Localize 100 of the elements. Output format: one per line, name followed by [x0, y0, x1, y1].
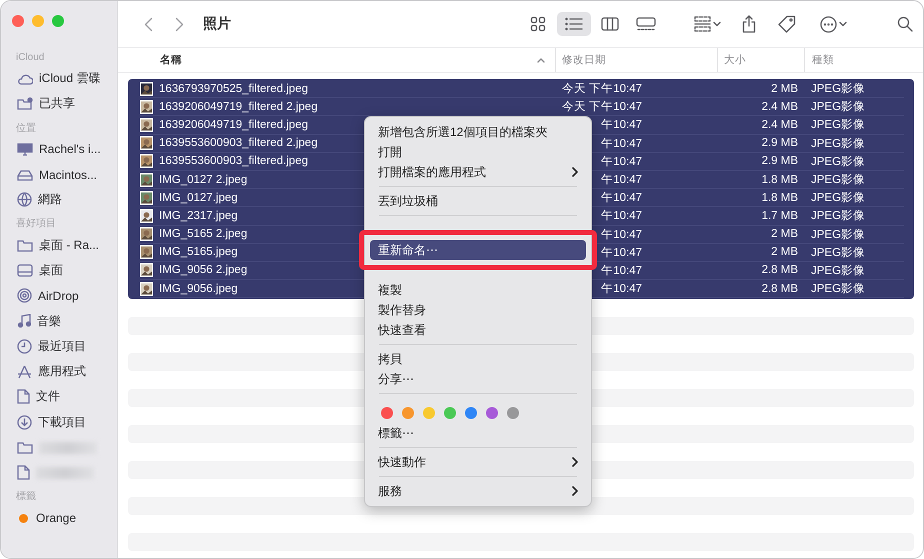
sidebar-item[interactable]: 最近項目: [1, 334, 117, 359]
sidebar-item[interactable]: AirDrop: [1, 283, 117, 308]
menu-item[interactable]: 快速查看: [370, 320, 586, 340]
file-size: 2.8 MB: [760, 264, 798, 276]
shared-folder-icon: [17, 97, 33, 110]
modified-date: 午10:47: [600, 246, 642, 260]
folder-icon: [17, 238, 33, 252]
menu-item[interactable]: 服務: [370, 481, 586, 501]
globe-icon: [17, 192, 32, 208]
file-size: 2 MB: [770, 246, 798, 258]
file-size: 1.8 MB: [760, 174, 798, 186]
file-kind: JPEG影像: [811, 282, 866, 296]
tag-color-option[interactable]: [402, 407, 414, 419]
modified-date: 午10:47: [600, 173, 642, 188]
modified-date: 午10:47: [600, 228, 642, 242]
tag-color-option[interactable]: [444, 407, 456, 419]
view-button[interactable]: [557, 12, 591, 36]
chevron-down-icon: [712, 21, 720, 27]
sidebar-item[interactable]: 應用程式: [1, 358, 117, 384]
sidebar-section-heading: iCloud: [15, 51, 46, 65]
menu-item[interactable]: 製作替身: [370, 300, 586, 320]
tag-icon: [778, 15, 796, 33]
sidebar-item[interactable]: 桌面: [1, 258, 117, 284]
file-kind: JPEG影像: [811, 264, 866, 278]
sidebar-section-heading: 標籤: [15, 490, 37, 504]
modified-date: 午10:47: [600, 154, 642, 169]
sidebar-item[interactable]: 已共享: [1, 91, 117, 117]
file-kind: JPEG影像: [811, 172, 866, 188]
menu-item[interactable]: 快速動作: [370, 452, 586, 472]
drive-icon: [17, 168, 33, 181]
zoom-button[interactable]: [52, 15, 64, 27]
sidebar-section-heading: 位置: [15, 122, 37, 136]
applications-icon: [17, 364, 32, 379]
file-kind: JPEG影像: [811, 190, 866, 206]
monitor-icon: [17, 142, 33, 156]
modified-date: 午10:47: [600, 118, 642, 132]
download-icon: [17, 414, 32, 430]
file-kind: JPEG影像: [811, 82, 866, 96]
menu-item[interactable]: 重新命名⋯: [370, 240, 586, 260]
tag-color-option[interactable]: [507, 407, 519, 419]
file-kind: JPEG影像: [811, 208, 866, 224]
clock-icon: [17, 338, 32, 354]
chevron-down-icon: [838, 21, 846, 27]
file-name: 1639206049719_filtered.jpeg: [159, 118, 308, 131]
sidebar-item[interactable]: Orange: [1, 505, 117, 531]
document-icon: [17, 389, 30, 404]
folder-icon: [17, 441, 33, 454]
submenu-chevron-icon: [572, 457, 578, 467]
tag-color-option[interactable]: [486, 407, 498, 419]
tag-color-option[interactable]: [465, 407, 477, 419]
menu-item[interactable]: 分享⋯: [370, 369, 586, 389]
file-size: 2 MB: [770, 228, 798, 240]
window-title: 照片: [203, 15, 231, 33]
sidebar-item[interactable]: Rachel's i...: [1, 136, 117, 162]
file-size: 2.4 MB: [760, 118, 798, 131]
tag-color-option[interactable]: [381, 407, 393, 419]
columns-icon: [601, 17, 619, 31]
sidebar-item[interactable]: 網路: [1, 187, 117, 212]
sidebar-item[interactable]: 文件: [1, 384, 117, 410]
file-size: 1.8 MB: [760, 192, 798, 204]
file-kind: JPEG影像: [811, 228, 866, 242]
file-kind: JPEG影像: [811, 154, 866, 169]
file-name: IMG_0127.jpeg: [159, 192, 238, 204]
sidebar-item[interactable]: iCloud 雲碟: [1, 66, 117, 92]
list-icon: [565, 17, 583, 31]
chevron-right-icon: [174, 16, 184, 32]
file-kind: JPEG影像: [811, 246, 866, 260]
chevron-left-icon: [144, 16, 152, 32]
file-size: 2.9 MB: [760, 155, 798, 168]
menu-item[interactable]: 複製: [370, 280, 586, 300]
column-header[interactable]: 名稱: [160, 53, 182, 67]
modified-date: 今天 下午10:47: [561, 82, 642, 96]
ellipsis-circle-icon: [820, 16, 836, 32]
file-name: IMG_9056 2.jpeg: [159, 264, 248, 276]
close-button[interactable]: [12, 15, 24, 27]
modified-date: 午10:47: [600, 282, 642, 296]
submenu-chevron-icon: [572, 167, 578, 177]
file-row[interactable]: 1636793970525_filtered.jpeg 今天 下午10:47 2 MB JPEG影像: [140, 80, 904, 98]
file-name: IMG_9056.jpeg: [159, 282, 238, 295]
desktop-icon: [17, 264, 33, 277]
file-size: 2.9 MB: [760, 137, 798, 150]
sidebar-item[interactable]: 下載項目: [1, 410, 117, 435]
file-kind: JPEG影像: [811, 118, 866, 132]
column-header[interactable]: 大小: [724, 53, 746, 67]
modified-date: 今天 下午10:47: [561, 100, 642, 114]
sidebar-item[interactable]: 桌面 - Ra...: [1, 232, 117, 258]
sidebar-item-label: Orange: [36, 511, 76, 526]
file-name: 1639553600903_filtered 2.jpeg: [159, 137, 318, 150]
column-header[interactable]: 種類: [812, 53, 834, 67]
file-name: 1639553600903_filtered.jpeg: [159, 155, 308, 168]
menu-item[interactable]: 標籤⋯: [370, 423, 586, 443]
file-name: 1639206049719_filtered 2.jpeg: [159, 100, 318, 113]
file-kind: JPEG影像: [811, 136, 866, 151]
sidebar-item[interactable]: 音樂: [1, 308, 117, 334]
menu-item[interactable]: 新增包含所選12個項目的檔案夾: [370, 122, 586, 142]
file-name: IMG_2317.jpeg: [159, 210, 238, 222]
menu-item[interactable]: 拷貝: [370, 349, 586, 369]
tag-color-option[interactable]: [423, 407, 435, 419]
sidebar-item[interactable]: Macintos...: [1, 162, 117, 188]
file-size: 2 MB: [770, 82, 798, 95]
